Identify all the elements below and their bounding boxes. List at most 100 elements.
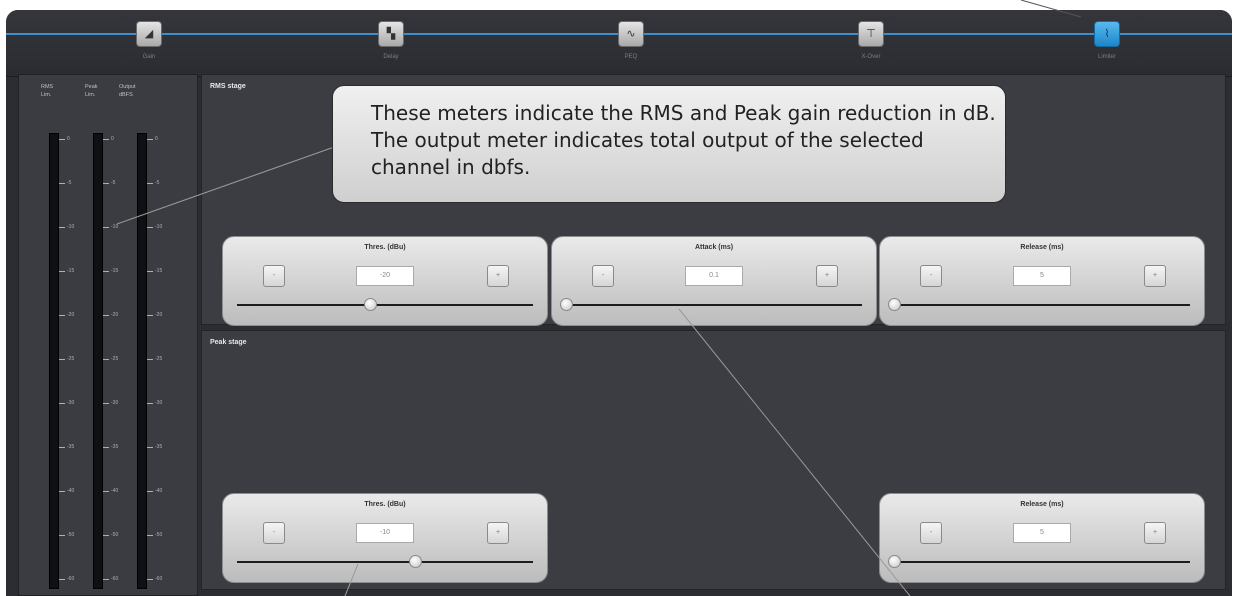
peak-release-input[interactable]: 5 (1013, 523, 1071, 543)
meter-scale-label: 0 (111, 136, 114, 142)
meter-scale-label: -50 (155, 532, 163, 538)
meter-scale-label: -60 (67, 576, 75, 582)
meter-scale-label: -20 (67, 312, 75, 318)
meter-scale-label: -30 (67, 400, 75, 406)
annotation-callout: These meters indicate the RMS and Peak g… (332, 85, 1006, 203)
meter-tick (59, 227, 65, 228)
meter-scale-label: -10 (155, 224, 163, 230)
rms-attack-decrement-button[interactable]: - (592, 265, 614, 287)
rms-release-control: Release (ms) - 5 + (879, 236, 1205, 326)
meter-tick (147, 359, 153, 360)
meter-scale-label: -5 (111, 180, 116, 186)
peak-threshold-title: Thres. (dBu) (364, 501, 406, 508)
meter-tick (103, 491, 109, 492)
nav-item-xover[interactable]: ⊤ X-Over (830, 15, 910, 71)
nav-item-peq[interactable]: ∿ PEQ (590, 15, 670, 71)
meter-tick (59, 447, 65, 448)
top-navigation: ◢ Gain ▚ Delay ∿ PEQ ⊤ X-Over ⌇ Limiter (6, 10, 1232, 77)
meter-scale-label: -25 (111, 356, 119, 362)
meter-scale-label: -40 (67, 488, 75, 494)
peak-meter-bar (93, 133, 103, 589)
meter-scale-label: -35 (155, 444, 163, 450)
meter-tick (147, 535, 153, 536)
peak-stage-title: Peak stage (210, 339, 247, 346)
rms-threshold-slider-knob[interactable] (364, 298, 378, 311)
meter-tick (103, 183, 109, 184)
meter-scale-label: 0 (67, 136, 70, 142)
rms-attack-slider-knob[interactable] (560, 298, 573, 311)
rms-release-decrement-button[interactable]: - (920, 265, 942, 287)
meter-tick (103, 359, 109, 360)
meter-scale-label: -5 (67, 180, 72, 186)
peak-release-slider-knob[interactable] (888, 555, 901, 568)
nav-label-gain: Gain (142, 54, 156, 60)
rms-release-slider-knob[interactable] (888, 298, 901, 311)
meter-tick (59, 535, 65, 536)
peak-threshold-slider-track[interactable] (237, 561, 533, 563)
rms-attack-input[interactable]: 0.1 (685, 266, 743, 286)
nav-item-gain[interactable]: ◢ Gain (108, 15, 188, 71)
meter-tick (59, 183, 65, 184)
meter-scale-label: -25 (67, 356, 75, 362)
meter-scale-label: -50 (111, 532, 119, 538)
rms-threshold-decrement-button[interactable]: - (263, 265, 285, 287)
meter-tick (103, 579, 109, 580)
meter-tick (147, 227, 153, 228)
meter-scale-label: -40 (155, 488, 163, 494)
meter-tick (59, 579, 65, 580)
peak-threshold-slider-knob[interactable] (408, 555, 422, 568)
rms-release-input[interactable]: 5 (1013, 266, 1071, 286)
nav-label-xover: X-Over (861, 54, 881, 60)
meter-scale-label: -50 (67, 532, 75, 538)
meter-tick (147, 403, 153, 404)
rms-threshold-input[interactable]: -20 (356, 266, 414, 286)
meter-scale-label: -10 (111, 224, 119, 230)
rms-release-title: Release (ms) (1020, 244, 1064, 251)
peak-threshold-control: Thres. (dBu) - -10 + (222, 493, 548, 583)
rms-threshold-increment-button[interactable]: + (487, 265, 509, 287)
meter-scale-label: -35 (111, 444, 119, 450)
meter-tick (59, 403, 65, 404)
rms-release-slider-track[interactable] (894, 304, 1190, 306)
meter-tick (59, 315, 65, 316)
peak-threshold-input[interactable]: -10 (356, 523, 414, 543)
meter-scale-label: -15 (67, 268, 75, 274)
meter-tick (147, 183, 153, 184)
gain-icon[interactable]: ◢ (136, 21, 162, 47)
peq-icon[interactable]: ∿ (618, 21, 644, 47)
rms-threshold-control: Thres. (dBu) - -20 + (222, 236, 548, 326)
peak-release-decrement-button[interactable]: - (920, 522, 942, 544)
nav-label-limiter: Limiter (1097, 54, 1116, 60)
crossover-icon[interactable]: ⊤ (858, 21, 884, 47)
nav-item-limiter[interactable]: ⌇ Limiter (1066, 15, 1146, 71)
rms-threshold-slider-track[interactable] (237, 304, 533, 306)
meter-tick (147, 491, 153, 492)
meter-tick (147, 315, 153, 316)
meter-scale-label: -25 (155, 356, 163, 362)
meter-tick (103, 227, 109, 228)
meter-tick (147, 579, 153, 580)
rms-meter-label: RMS (41, 84, 54, 90)
meter-tick (103, 403, 109, 404)
rms-attack-increment-button[interactable]: + (816, 265, 838, 287)
limiter-icon[interactable]: ⌇ (1094, 21, 1120, 47)
peak-meter-sublabel: Lim. (85, 92, 96, 98)
meter-tick (103, 139, 109, 140)
meter-tick (147, 139, 153, 140)
rms-meter-header: RMS Lim. (41, 83, 53, 99)
peak-threshold-decrement-button[interactable]: - (263, 522, 285, 544)
meter-scale-label: -35 (67, 444, 75, 450)
peak-release-slider-track[interactable] (894, 561, 1190, 563)
peak-threshold-increment-button[interactable]: + (487, 522, 509, 544)
rms-attack-slider-track[interactable] (566, 304, 862, 306)
meter-tick (147, 271, 153, 272)
meter-tick (103, 315, 109, 316)
nav-label-peq: PEQ (624, 54, 638, 60)
rms-release-increment-button[interactable]: + (1144, 265, 1166, 287)
nav-label-delay: Delay (383, 54, 399, 60)
meter-scale-label: -20 (111, 312, 119, 318)
peak-release-increment-button[interactable]: + (1144, 522, 1166, 544)
nav-item-delay[interactable]: ▚ Delay (350, 15, 430, 71)
rms-threshold-title: Thres. (dBu) (364, 244, 406, 251)
delay-icon[interactable]: ▚ (378, 21, 404, 47)
